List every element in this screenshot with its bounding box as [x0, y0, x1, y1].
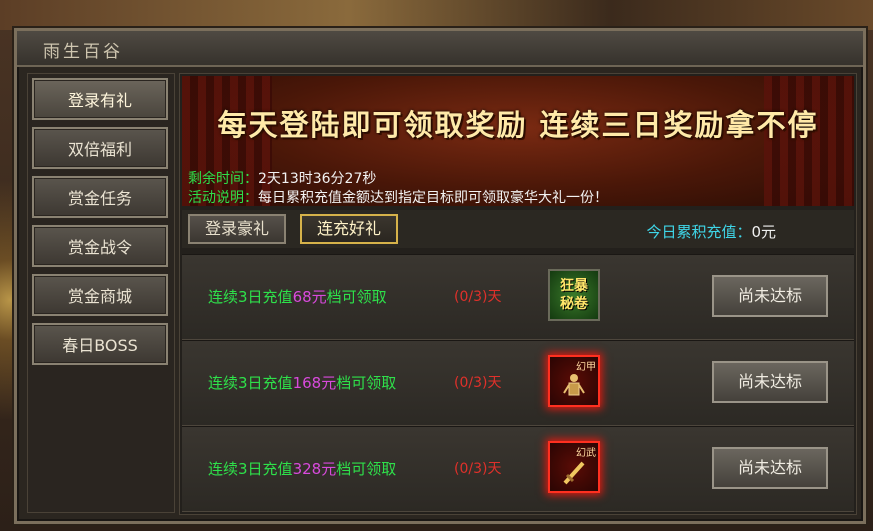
claim-button-label: 尚未达标	[737, 286, 802, 305]
reward-progress: (0/3)天	[454, 461, 502, 477]
green-scroll-icon[interactable]: 狂暴 秘卷	[548, 269, 600, 321]
armor-glyph	[550, 371, 598, 407]
event-window: 雨生百谷 登录有礼 双倍福利 赏金任务 赏金战令 赏金商城 春日BOSS 每天登…	[14, 28, 866, 524]
today-recharge-value: 0元	[751, 223, 776, 241]
condition-mid: 充值	[262, 460, 293, 478]
phantom-armor-icon[interactable]: 幻甲	[548, 355, 600, 407]
sidebar-item-spring-boss[interactable]: 春日BOSS	[32, 323, 168, 365]
remaining-time: 剩余时间：2天13时36分27秒	[188, 168, 376, 188]
game-top-bar	[0, 0, 873, 30]
sidebar-item-label: 春日BOSS	[62, 336, 138, 355]
remaining-time-value: 2天13时36分27秒	[258, 171, 377, 187]
event-banner: 每天登陆即可领取奖励 连续三日奖励拿不停 剩余时间：2天13时36分27秒 活动…	[182, 76, 854, 206]
tab-consecutive-recharge[interactable]: 连充好礼	[300, 214, 398, 244]
reward-icon-text: 狂暴 秘卷	[560, 278, 588, 312]
banner-headline: 每天登陆即可领取奖励 连续三日奖励拿不停	[217, 108, 819, 142]
claim-button-label: 尚未达标	[737, 372, 802, 391]
reward-condition: 连续3日充值68元档可领取	[208, 286, 387, 307]
event-description-value: 每日累积充值金额达到指定目标即可领取豪华大礼一份！	[258, 190, 608, 206]
sidebar-item-label: 双倍福利	[67, 140, 132, 159]
sidebar-item-label: 登录有礼	[67, 91, 132, 110]
claim-button[interactable]: 尚未达标	[712, 275, 828, 317]
tab-login-gift[interactable]: 登录豪礼	[188, 214, 286, 244]
tab-label: 登录豪礼	[204, 219, 269, 238]
remaining-time-label: 剩余时间：	[188, 171, 258, 187]
condition-suffix: 档可领取	[336, 460, 397, 478]
claim-button[interactable]: 尚未达标	[712, 361, 828, 403]
tab-row: 登录豪礼 连充好礼 今日累积充值：0元	[182, 210, 854, 248]
armor-icon	[563, 374, 585, 396]
sidebar-item-bounty-pass[interactable]: 赏金战令	[32, 225, 168, 267]
condition-prefix: 连续3日	[208, 288, 263, 306]
condition-amount: 168元	[292, 374, 337, 392]
sidebar-item-bounty-shop[interactable]: 赏金商城	[32, 274, 168, 316]
sword-icon	[563, 461, 585, 485]
claim-button[interactable]: 尚未达标	[712, 447, 828, 489]
condition-mid: 充值	[262, 288, 293, 306]
reward-condition: 连续3日充值328元档可领取	[208, 458, 396, 479]
sidebar-item-label: 赏金商城	[67, 287, 132, 306]
condition-amount: 68元	[292, 288, 327, 306]
condition-suffix: 档可领取	[336, 374, 397, 392]
condition-amount: 328元	[292, 460, 337, 478]
sidebar-item-label: 赏金任务	[67, 189, 132, 208]
window-title-bar[interactable]: 雨生百谷	[17, 31, 863, 67]
sidebar-item-label: 赏金战令	[67, 238, 132, 257]
sidebar: 登录有礼 双倍福利 赏金任务 赏金战令 赏金商城 春日BOSS	[27, 73, 175, 513]
phantom-weapon-icon[interactable]: 幻武	[548, 441, 600, 493]
main-content: 每天登陆即可领取奖励 连续三日奖励拿不停 剩余时间：2天13时36分27秒 活动…	[179, 73, 857, 515]
today-recharge: 今日累积充值：0元	[646, 221, 776, 242]
tab-label: 连充好礼	[316, 219, 381, 238]
condition-prefix: 连续3日	[208, 460, 263, 478]
sidebar-item-login-gift[interactable]: 登录有礼	[32, 78, 168, 120]
claim-button-label: 尚未达标	[737, 458, 802, 477]
reward-row: 连续3日充值68元档可领取 (0/3)天 狂暴 秘卷 尚未达标	[182, 254, 854, 340]
sidebar-item-double-bonus[interactable]: 双倍福利	[32, 127, 168, 169]
reward-row: 连续3日充值328元档可领取 (0/3)天 幻武 尚未达标	[182, 426, 854, 512]
event-description: 活动说明：每日累积充值金额达到指定目标即可领取豪华大礼一份！	[188, 187, 608, 206]
condition-prefix: 连续3日	[208, 374, 263, 392]
reward-row: 连续3日充值168元档可领取 (0/3)天 幻甲 尚未达标	[182, 340, 854, 426]
window-title: 雨生百谷	[43, 42, 123, 62]
today-recharge-label: 今日累积充值：	[646, 223, 752, 241]
reward-condition: 连续3日充值168元档可领取	[208, 372, 396, 393]
reward-progress: (0/3)天	[454, 289, 502, 305]
condition-suffix: 档可领取	[326, 288, 387, 306]
sidebar-item-bounty-task[interactable]: 赏金任务	[32, 176, 168, 218]
reward-progress: (0/3)天	[454, 375, 502, 391]
weapon-glyph	[550, 457, 598, 493]
event-description-label: 活动说明：	[188, 190, 258, 206]
condition-mid: 充值	[262, 374, 293, 392]
